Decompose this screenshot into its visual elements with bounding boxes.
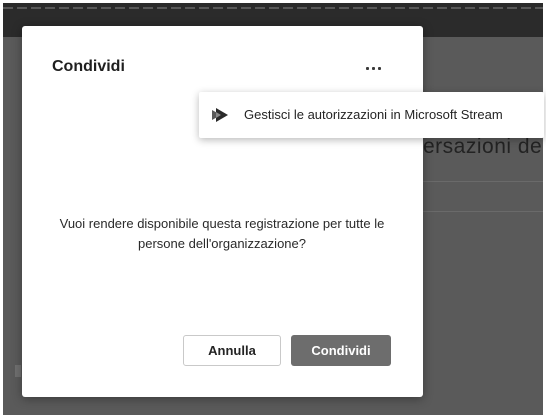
dialog-title: Condividi — [52, 58, 125, 75]
ellipsis-icon — [378, 67, 381, 70]
microsoft-stream-icon — [212, 108, 228, 122]
more-options-menu: Gestisci le autorizzazioni in Microsoft … — [199, 92, 544, 138]
menu-item-manage-permissions-stream[interactable]: Gestisci le autorizzazioni in Microsoft … — [199, 92, 544, 138]
ellipsis-icon — [366, 67, 369, 70]
background-divider — [423, 211, 543, 212]
share-button[interactable]: Condividi — [291, 335, 391, 366]
background-divider — [423, 181, 543, 182]
share-dialog: Condividi Vuoi rendere disponibile quest… — [22, 26, 423, 397]
menu-item-label: Gestisci le autorizzazioni in Microsoft … — [244, 107, 503, 122]
ellipsis-icon — [372, 67, 375, 70]
dialog-message: Vuoi rendere disponibile questa registra… — [59, 216, 385, 251]
more-options-button[interactable] — [364, 62, 386, 76]
background-marker — [15, 365, 21, 377]
background-heading: ersazioni de — [423, 135, 543, 158]
top-bar-decoration — [3, 7, 543, 9]
cancel-button[interactable]: Annulla — [183, 335, 281, 366]
